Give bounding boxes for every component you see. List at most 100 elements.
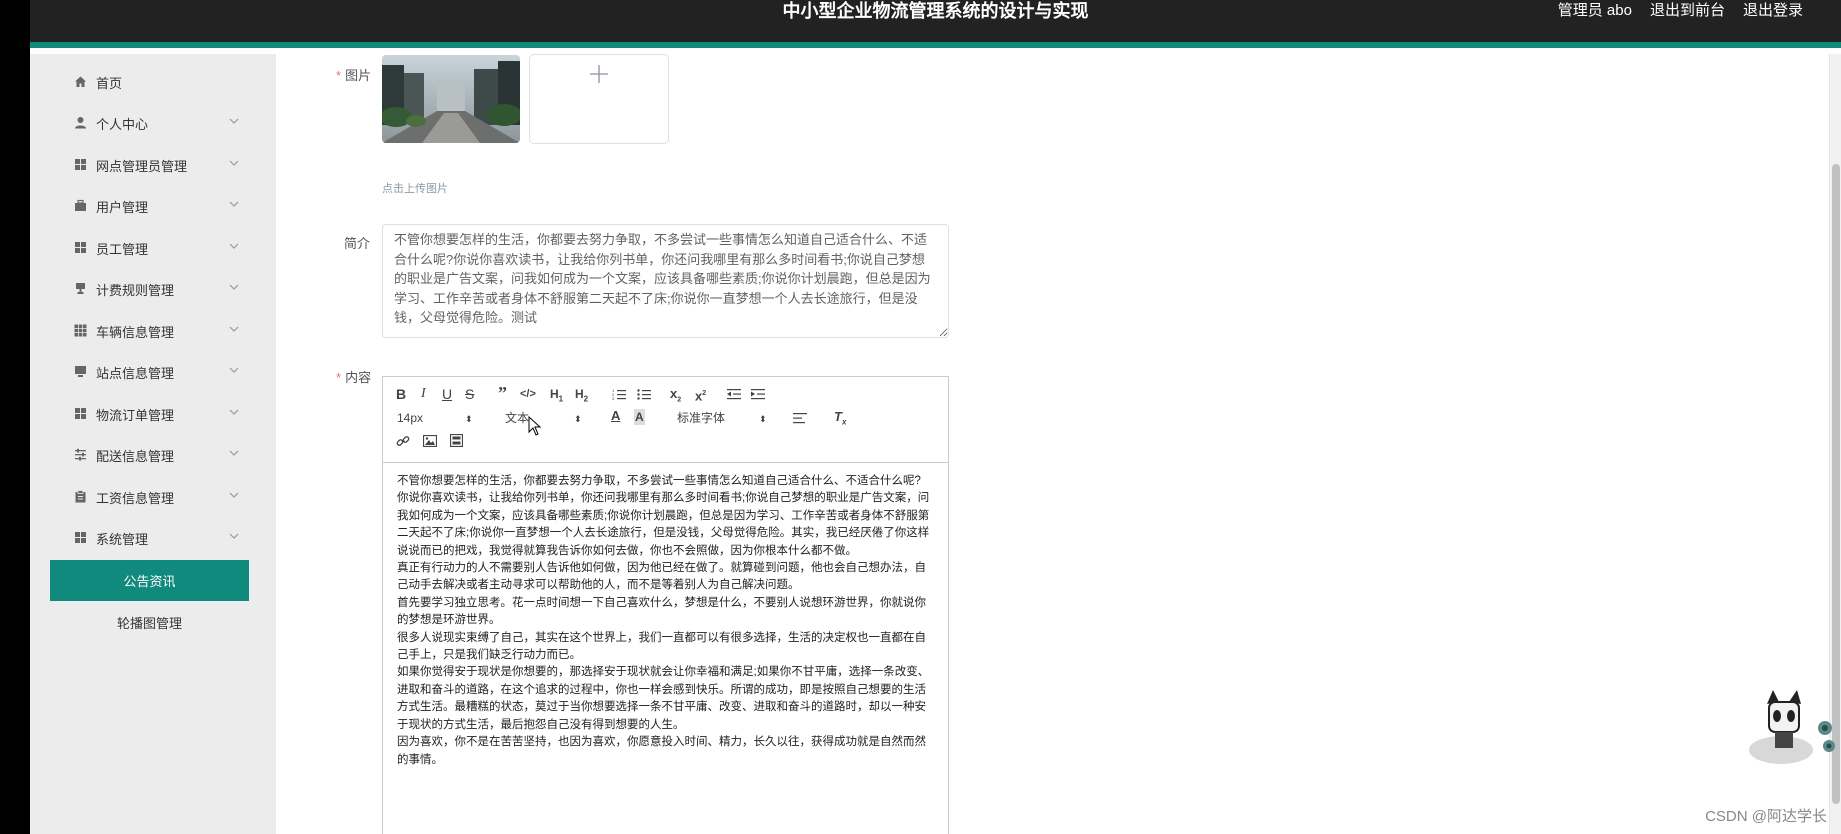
clear-format-button[interactable]: Tx — [834, 409, 846, 431]
sidebar-item-label: 用户管理 — [96, 199, 149, 215]
code-block-button[interactable]: </> — [520, 386, 536, 402]
sliders-icon — [74, 448, 87, 461]
sidebar-item-home[interactable]: 首页 — [30, 62, 276, 102]
editor-content[interactable]: 不管你想要怎样的生活，你都要去努力争取，不多尝试一些事情怎么知道自己适合什么、不… — [397, 473, 937, 769]
caret-updown-icon: ⬍ — [759, 414, 767, 424]
outdent-icon[interactable] — [727, 388, 741, 400]
editor-paragraph: 首先要学习独立思考。花一点时间想一下自己喜欢什么，梦想是什么，不要别人说想环游世… — [397, 596, 926, 627]
chevron-down-icon — [229, 450, 239, 456]
chevron-down-icon — [229, 160, 239, 166]
chevron-down-icon — [229, 492, 239, 498]
video-icon[interactable] — [450, 434, 463, 447]
chevron-down-icon — [229, 243, 239, 249]
sidebar-item-label: 网点管理员管理 — [96, 158, 188, 174]
sidebar-item-label: 物流订单管理 — [96, 407, 175, 423]
chevron-down-icon — [229, 201, 239, 207]
background-color-button[interactable]: A — [634, 409, 645, 425]
top-links: 管理员 abo 退出到前台 退出登录 — [1558, 0, 1803, 22]
image-upload-button[interactable] — [529, 54, 669, 144]
chevron-down-icon — [229, 118, 239, 124]
font-color-button[interactable]: A — [611, 408, 620, 424]
sidebar-item-system[interactable]: 系统管理 — [30, 518, 276, 558]
user-name: 管理员 abo — [1557, 2, 1632, 19]
sidebar-item-label: 计费规则管理 — [96, 282, 175, 298]
sidebar-item-label: 首页 — [96, 75, 123, 91]
sidebar-item-label: 员工管理 — [96, 241, 149, 257]
apps-icon — [74, 324, 87, 337]
clipboard-icon — [74, 490, 87, 503]
grid-icon — [74, 241, 87, 254]
editor-toolbar: B I U S ” </> H1 H2 123 x2 x2 14px ⬍ 文本 ⬍ … — [383, 377, 948, 463]
underline-button[interactable]: U — [442, 386, 452, 402]
sidebar-item-label: 配送信息管理 — [96, 448, 175, 464]
superscript-button[interactable]: x2 — [695, 386, 706, 404]
sidebar-subitem-announcements[interactable]: 公告资讯 — [50, 560, 249, 601]
editor-paragraph: 因为喜欢，你不是在苦苦坚持，也因为喜欢，你愿意投入时间、精力，长久以往，获得成功… — [397, 736, 926, 766]
intro-field-label: 简介 — [344, 236, 371, 251]
sidebar-item-label: 系统管理 — [96, 531, 149, 547]
app-window: 中小型企业物流管理系统的设计与实现 管理员 abo 退出到前台 退出登录 首页 … — [30, 0, 1841, 834]
upload-tip: 点击上传图片 — [382, 183, 448, 195]
sidebar-item-label: 车辆信息管理 — [96, 324, 175, 340]
bullet-list-icon[interactable] — [637, 388, 651, 400]
sidebar-item-billing-rules[interactable]: 计费规则管理 — [30, 269, 276, 309]
chevron-down-icon — [229, 533, 239, 539]
svg-text:3: 3 — [612, 396, 615, 400]
rich-text-editor: B I U S ” </> H1 H2 123 x2 x2 14px ⬍ 文本 ⬍ … — [382, 376, 949, 834]
sidebar-item-branch-admin[interactable]: 网点管理员管理 — [30, 145, 276, 185]
main-content: * 图片 点击上传图片 简介 不管你想要怎样的生活，你都要去努力争取，不多尝试一… — [276, 54, 1841, 834]
editor-paragraph: 真正有行动力的人不需要别人告诉他如何做，因为他已经在做了。就算碰到问题，他也会自… — [397, 562, 926, 592]
grid-icon — [74, 407, 87, 420]
home-icon — [74, 75, 87, 88]
indent-icon[interactable] — [751, 388, 765, 400]
chevron-down-icon — [229, 367, 239, 373]
sidebar-item-users[interactable]: 用户管理 — [30, 186, 276, 226]
heading1-button[interactable]: H1 — [550, 386, 563, 407]
caret-updown-icon: ⬍ — [574, 414, 582, 424]
mouse-cursor-icon — [528, 416, 542, 436]
logout-link[interactable]: 退出登录 — [1743, 0, 1803, 22]
back-to-front-link[interactable]: 退出到前台 — [1650, 0, 1725, 22]
editor-paragraph: 如果你觉得安于现状是你想要的，那选择安于现状就会让你幸福和满足;如果你不甘平庸，… — [397, 666, 930, 731]
sidebar-item-salary[interactable]: 工资信息管理 — [30, 477, 276, 517]
caret-updown-icon: ⬍ — [465, 414, 473, 424]
font-size-select[interactable]: 14px ⬍ — [397, 410, 473, 426]
strike-button[interactable]: S — [465, 386, 474, 402]
header-type-select[interactable]: 文本 ⬍ — [505, 410, 582, 426]
trophy-icon — [74, 282, 87, 295]
top-bar: 中小型企业物流管理系统的设计与实现 管理员 abo 退出到前台 退出登录 — [30, 0, 1841, 48]
subscript-button[interactable]: x2 — [670, 386, 681, 409]
monitor-icon — [74, 365, 87, 378]
sidebar-item-label: 站点信息管理 — [96, 365, 175, 381]
italic-button[interactable]: I — [421, 386, 426, 402]
grid-icon — [74, 158, 87, 171]
sidebar-item-vehicles[interactable]: 车辆信息管理 — [30, 311, 276, 351]
sidebar-item-orders[interactable]: 物流订单管理 — [30, 394, 276, 434]
link-icon[interactable] — [396, 434, 410, 448]
image-icon[interactable] — [423, 435, 437, 447]
sidebar-item-staff[interactable]: 员工管理 — [30, 228, 276, 268]
font-family-select[interactable]: 标准字体 ⬍ — [677, 410, 767, 426]
sidebar-item-delivery[interactable]: 配送信息管理 — [30, 435, 276, 475]
grid-icon — [74, 531, 87, 544]
sidebar-item-profile[interactable]: 个人中心 — [30, 103, 276, 143]
sidebar-item-label: 个人中心 — [96, 116, 149, 132]
align-icon[interactable] — [793, 412, 807, 424]
sidebar-subitem-carousel[interactable]: 轮播图管理 — [50, 602, 249, 643]
chevron-down-icon — [229, 409, 239, 415]
sidebar: 首页 个人中心 网点管理员管理 用户管理 员工管理 计费规则管理 车辆信息管理 … — [30, 54, 276, 834]
bold-button[interactable]: B — [396, 386, 406, 402]
heading2-button[interactable]: H2 — [575, 386, 588, 407]
uploaded-image-thumbnail[interactable] — [382, 55, 520, 143]
sidebar-item-label: 工资信息管理 — [96, 490, 175, 506]
content-field-label: * 内容 — [336, 370, 372, 385]
editor-paragraph: 你说你喜欢读书，让我给你列书单，你还问我哪里有那么多时间看书;你说自己梦想的职业… — [397, 492, 930, 557]
plus-icon — [590, 65, 608, 83]
image-field-label: * 图片 — [336, 68, 372, 83]
sidebar-item-stations[interactable]: 站点信息管理 — [30, 352, 276, 392]
chevron-down-icon — [229, 284, 239, 290]
ordered-list-icon[interactable]: 123 — [612, 388, 626, 400]
watermark: CSDN @阿达学长 — [1705, 808, 1827, 825]
blockquote-button[interactable]: ” — [498, 384, 507, 402]
intro-textarea[interactable]: 不管你想要怎样的生活，你都要去努力争取，不多尝试一些事情怎么知道自己适合什么、不… — [382, 224, 949, 338]
